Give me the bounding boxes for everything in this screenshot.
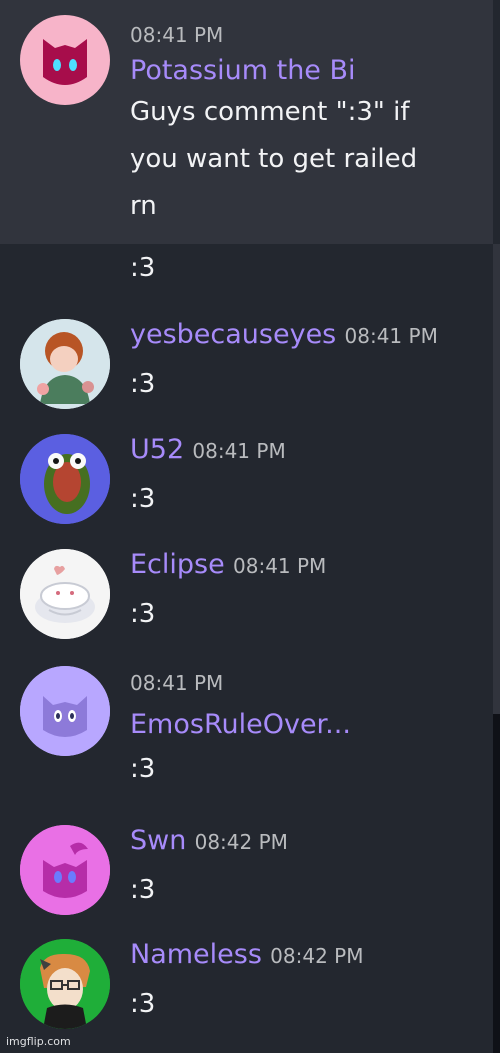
message-text-line: you want to get railed	[130, 144, 418, 174]
username[interactable]: Nameless	[130, 939, 262, 970]
timestamp: 08:42 PM	[194, 830, 288, 854]
message-header-line: 08:41 PM	[130, 18, 483, 51]
timestamp: 08:42 PM	[270, 944, 364, 968]
username[interactable]: Potassium the Bi	[130, 55, 356, 86]
message-swn[interactable]: Swn 08:42 PM :3	[0, 825, 493, 920]
message-header-line: Nameless 08:42 PM	[130, 939, 483, 972]
message-eclipse[interactable]: Eclipse 08:41 PM :3	[0, 549, 493, 644]
pink-creature-icon	[20, 825, 110, 915]
message-text-line: Guys comment ":3" if	[130, 97, 410, 127]
message-header-line: U52 08:41 PM	[130, 434, 483, 467]
scrollbar[interactable]	[493, 714, 500, 1053]
watermark: imgflip.com	[6, 1035, 71, 1048]
username[interactable]: EmosRuleOver...	[130, 709, 351, 740]
message-header-line: 08:41 PM	[130, 666, 483, 699]
eclipse-avatar[interactable]	[20, 549, 110, 639]
swn-avatar[interactable]	[20, 825, 110, 915]
message-yesbecauseyes[interactable]: yesbecauseyes 08:41 PM :3	[0, 319, 493, 414]
timestamp: 08:41 PM	[192, 439, 286, 463]
username[interactable]: U52	[130, 434, 184, 465]
message-continuation[interactable]: :3	[0, 252, 493, 288]
message-header-line: Swn 08:42 PM	[130, 825, 483, 858]
cat-icon	[43, 39, 87, 85]
username[interactable]: yesbecauseyes	[130, 319, 336, 350]
timestamp: 08:41 PM	[130, 671, 224, 695]
message-nameless[interactable]: Nameless 08:42 PM :3	[0, 939, 493, 1034]
right-border	[493, 244, 500, 714]
message-emosruleover[interactable]: 08:41 PM EmosRuleOver... :3	[0, 666, 493, 796]
nameless-avatar[interactable]	[20, 939, 110, 1029]
frog-icon	[20, 434, 110, 524]
timestamp: 08:41 PM	[344, 324, 438, 348]
message-potassium[interactable]: 08:41 PM Potassium the Bi Guys comment "…	[0, 0, 493, 244]
message-text: :3	[130, 599, 156, 629]
message-text: :3	[130, 754, 156, 784]
username[interactable]: Swn	[130, 825, 186, 856]
emosruleover-avatar[interactable]	[20, 666, 110, 756]
timestamp: 08:41 PM	[233, 554, 327, 578]
message-header-line: Eclipse 08:41 PM	[130, 549, 483, 582]
purple-cat-icon	[20, 666, 110, 756]
u52-avatar[interactable]	[20, 434, 110, 524]
message-text: :3	[130, 875, 156, 905]
message-text: :3	[130, 484, 156, 514]
white-creature-icon	[20, 549, 110, 639]
message-text: :3	[130, 989, 156, 1019]
message-text-line: rn	[130, 191, 157, 221]
anime-boy-icon	[20, 939, 110, 1029]
timestamp: 08:41 PM	[130, 23, 224, 47]
message-header-line: yesbecauseyes 08:41 PM	[130, 319, 483, 352]
message-text: :3	[130, 253, 156, 283]
yesbecauseyes-avatar[interactable]	[20, 319, 110, 409]
username[interactable]: Eclipse	[130, 549, 225, 580]
anime-person-icon	[20, 319, 110, 409]
chat-view: 08:41 PM Potassium the Bi Guys comment "…	[0, 0, 500, 1053]
potassium-avatar[interactable]	[20, 15, 110, 105]
message-text: :3	[130, 369, 156, 399]
message-u52[interactable]: U52 08:41 PM :3	[0, 434, 493, 529]
